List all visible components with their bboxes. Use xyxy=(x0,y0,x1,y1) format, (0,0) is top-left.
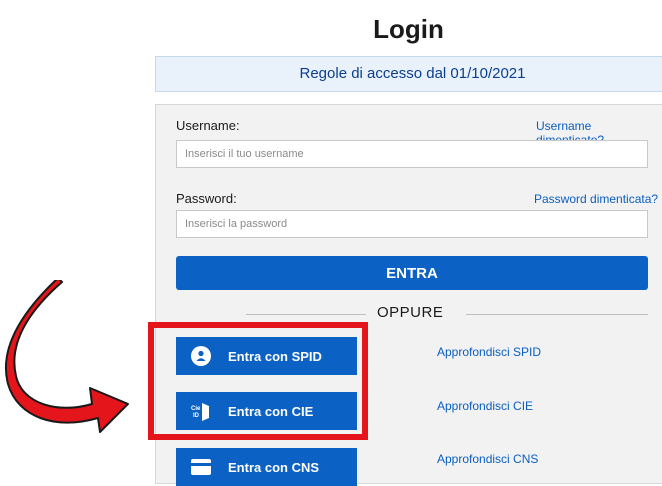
cie-card-icon: Cie ID xyxy=(190,400,212,422)
cns-login-label: Entra con CNS xyxy=(228,459,320,475)
cie-login-label: Entra con CIE xyxy=(228,403,314,419)
access-rules-banner[interactable]: Regole di accesso dal 01/10/2021 xyxy=(155,56,662,92)
spid-user-icon xyxy=(190,345,212,367)
username-input[interactable] xyxy=(176,140,648,168)
cie-login-button[interactable]: Cie ID Entra con CIE xyxy=(176,392,357,430)
spid-info-link[interactable]: Approfondisci SPID xyxy=(437,345,541,359)
login-submit-button[interactable]: ENTRA xyxy=(176,256,648,290)
username-label: Username: xyxy=(176,118,240,133)
spid-login-label: Entra con SPID xyxy=(228,348,322,364)
divider-line-right xyxy=(466,314,648,315)
page-title: Login xyxy=(373,14,444,44)
svg-text:Cie: Cie xyxy=(191,406,201,412)
password-label: Password: xyxy=(176,191,237,206)
divider-line-left xyxy=(246,314,366,315)
curved-arrow-icon xyxy=(5,280,129,433)
password-input[interactable] xyxy=(176,210,648,238)
cns-card-icon xyxy=(190,456,212,478)
cns-login-button[interactable]: Entra con CNS xyxy=(176,448,357,486)
cns-info-link[interactable]: Approfondisci CNS xyxy=(437,452,538,466)
cie-info-link[interactable]: Approfondisci CIE xyxy=(437,399,533,413)
divider-oppure: OPPURE xyxy=(377,304,444,321)
password-forgot-link[interactable]: Password dimenticata? xyxy=(534,192,658,206)
spid-login-button[interactable]: Entra con SPID xyxy=(176,337,357,375)
svg-text:ID: ID xyxy=(193,413,200,419)
